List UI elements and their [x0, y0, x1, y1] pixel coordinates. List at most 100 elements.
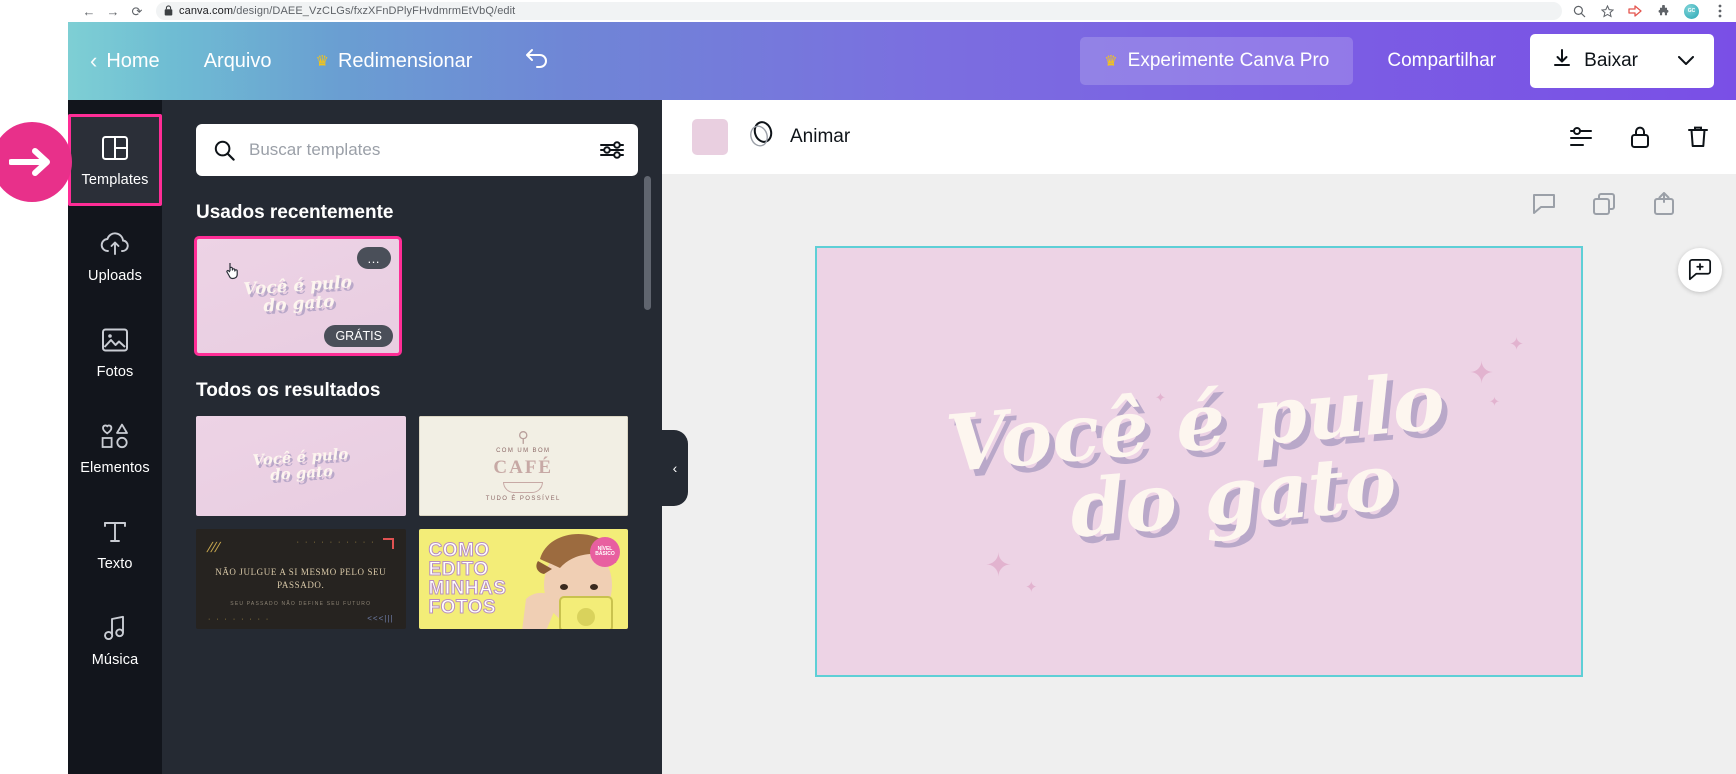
search-box[interactable]	[196, 124, 638, 176]
steam-swirl-icon: ⚲	[517, 429, 529, 446]
sparkle-decoration-4: ✦	[985, 547, 1012, 583]
share-button[interactable]: Compartilhar	[1365, 37, 1518, 85]
download-label: Baixar	[1584, 50, 1638, 71]
redimensionar-label: Redimensionar	[337, 49, 473, 72]
sidebar-label-texto: Texto	[97, 555, 133, 572]
color-swatch-button[interactable]	[692, 119, 728, 155]
coffee-cup-icon	[503, 482, 544, 493]
result-thumb-dark: /// · · · · · · · · · · NÃO JULGUE A SI …	[196, 529, 406, 629]
extension-arrow-icon[interactable]	[1628, 4, 1643, 19]
slash-decoration-icon: ///	[205, 539, 223, 555]
panel-scrollbar[interactable]	[644, 176, 651, 310]
trash-icon[interactable]	[1686, 124, 1710, 150]
cafe-top-text: COM UM BOM	[496, 448, 551, 454]
recent-template-text: Você é pulo do gato	[242, 272, 353, 317]
sidebar-label-templates: Templates	[81, 171, 149, 188]
sparkle-decoration-3: ✦	[1489, 394, 1500, 409]
canvas-headline-text[interactable]: Você é pulo do gato	[943, 356, 1455, 560]
result-card-pink[interactable]: Você é pulo do gato	[196, 416, 406, 516]
add-comment-button[interactable]	[1678, 248, 1722, 292]
pro-label: Experimente Canva Pro	[1127, 50, 1330, 71]
try-canva-pro-button[interactable]: ♛ Experimente Canva Pro	[1080, 37, 1354, 85]
search-area	[162, 100, 662, 310]
reload-icon[interactable]: ⟳	[126, 0, 148, 22]
result-pink-text: Você é pulo do gato	[251, 444, 349, 485]
top-bar-right-group: ♛ Experimente Canva Pro Compartilhar Bai…	[1080, 34, 1736, 88]
profile-avatar[interactable]: GC	[1684, 3, 1699, 19]
browser-nav-buttons: ← → ⟳	[0, 0, 148, 22]
free-badge: GRÁTIS	[324, 325, 393, 347]
lock-icon[interactable]	[1628, 124, 1652, 150]
search-icon[interactable]	[1572, 4, 1587, 19]
sidebar-item-elementos[interactable]: Elementos	[68, 402, 162, 494]
card-menu-icon[interactable]: …	[357, 247, 391, 269]
download-main[interactable]: Baixar	[1530, 34, 1658, 88]
result-card-cafe[interactable]: ⚲ COM UM BOM CAFÉ TUDO É POSSÍVEL	[418, 416, 628, 516]
panel-collapse-handle[interactable]: ‹	[662, 430, 688, 506]
home-button[interactable]: ‹ Home	[68, 22, 182, 100]
sidebar-label-elementos: Elementos	[80, 459, 150, 476]
photo-icon	[101, 325, 129, 355]
sidebar-item-musica[interactable]: Música	[68, 594, 162, 686]
result-card-dark-quote[interactable]: /// · · · · · · · · · · NÃO JULGUE A SI …	[196, 529, 406, 629]
back-icon[interactable]: ←	[78, 0, 100, 22]
search-icon	[214, 140, 235, 161]
redimensionar-button[interactable]: ♛ Redimensionar	[294, 22, 495, 100]
arquivo-label: Arquivo	[203, 49, 272, 72]
duplicate-page-icon[interactable]	[1592, 192, 1616, 216]
animate-button[interactable]: Animar	[746, 119, 850, 155]
sidebar-item-texto[interactable]: Texto	[68, 498, 162, 590]
animate-label: Animar	[790, 126, 851, 147]
sparkle-decoration-1: ✦	[1469, 357, 1495, 390]
download-caret-icon[interactable]	[1658, 34, 1714, 88]
result-card-yellow[interactable]: COMO EDITO MINHAS FOTOS NÍVEL BÁSICO	[418, 529, 628, 629]
bookmark-star-icon[interactable]	[1600, 4, 1615, 19]
results-grid: Você é pulo do gato ⚲ COM UM BOM CAFÉ TU…	[162, 416, 662, 629]
music-note-icon	[102, 613, 128, 643]
cafe-bottom-text: TUDO É POSSÍVEL	[485, 496, 561, 502]
kebab-menu-icon[interactable]	[1712, 4, 1727, 19]
sidebar-item-fotos[interactable]: Fotos	[68, 306, 162, 398]
bottom-right-decoration: <<<|||	[367, 614, 394, 623]
upload-cloud-icon	[100, 229, 130, 259]
position-icon[interactable]	[1568, 124, 1594, 150]
recent-section-title: Usados recentemente	[196, 202, 394, 223]
sidebar-label-uploads: Uploads	[88, 267, 142, 284]
crown-icon: ♛	[315, 53, 329, 70]
yellow-card-text: COMO EDITO MINHAS FOTOS	[428, 540, 507, 618]
undo-icon[interactable]	[494, 46, 576, 77]
top-bar-left-group: ‹ Home Arquivo ♛ Redimensionar	[68, 22, 576, 100]
sidebar-label-fotos: Fotos	[96, 363, 134, 380]
sidebar-item-uploads[interactable]: Uploads	[68, 210, 162, 302]
sparkle-decoration-5: ✦	[1025, 579, 1038, 596]
design-canvas[interactable]: Você é pulo do gato ✦ ✦ ✦ ✦ ✦ ✦	[815, 246, 1583, 677]
puzzle-extension-icon[interactable]	[1656, 4, 1671, 19]
page-tool-icons	[1532, 192, 1676, 216]
canva-editor-screenshot: ← → ⟳ canva.com/design/DAEE_VzCLGs/fxzXF…	[0, 0, 1736, 774]
add-page-icon[interactable]	[1652, 192, 1676, 216]
text-t-icon	[102, 517, 128, 547]
download-button[interactable]: Baixar	[1530, 34, 1714, 88]
download-icon	[1552, 48, 1572, 74]
result-thumb-cafe: ⚲ COM UM BOM CAFÉ TUDO É POSSÍVEL	[418, 416, 628, 516]
notes-icon[interactable]	[1532, 192, 1556, 216]
arquivo-menu[interactable]: Arquivo	[182, 22, 294, 100]
bottom-dots-decoration: · · · · · · · ·	[208, 616, 271, 623]
search-input[interactable]	[249, 140, 586, 160]
forward-icon[interactable]: →	[102, 0, 124, 22]
yellow-card-badge: NÍVEL BÁSICO	[590, 537, 620, 567]
recent-template-card[interactable]: Você é pulo do gato … GRÁTIS	[194, 236, 402, 356]
sparkle-decoration-6: ✦	[1155, 390, 1166, 405]
crown-icon-pro: ♛	[1104, 53, 1118, 70]
browser-action-icons: GC	[1572, 3, 1736, 19]
animate-circle-icon	[746, 119, 776, 155]
address-bar[interactable]: canva.com/design/DAEE_VzCLGs/fxzXFnDPlyF…	[156, 2, 1562, 20]
dotted-line-decoration: · · · · · · · · · ·	[296, 539, 376, 546]
editor-toolbar: Animar	[662, 100, 1736, 174]
editor-area: Animar Você é pulo do gato ✦ ✦ ✦ ✦ ✦ ✦	[662, 100, 1736, 774]
result-thumb-yellow: COMO EDITO MINHAS FOTOS NÍVEL BÁSICO	[418, 529, 628, 629]
corner-bracket-icon	[382, 538, 394, 549]
home-label: Home	[106, 49, 160, 72]
sidebar-item-templates[interactable]: Templates	[68, 114, 162, 206]
filter-sliders-icon[interactable]	[600, 140, 624, 160]
